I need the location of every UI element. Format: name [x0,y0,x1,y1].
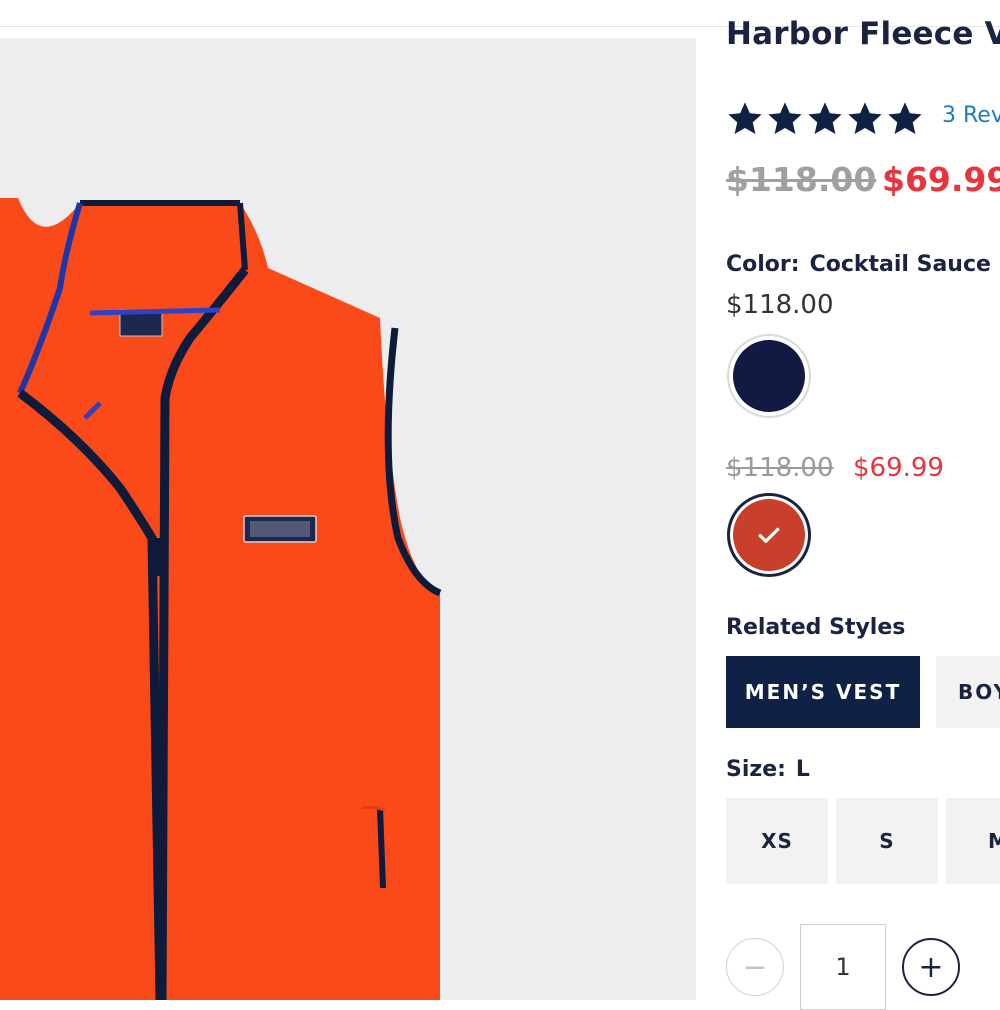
minus-icon: − [742,949,768,985]
size-label-text: Size: [726,757,786,782]
quantity-increase-button[interactable]: + [902,938,960,996]
quantity-input[interactable] [800,924,886,1010]
size-button-s[interactable]: S [836,798,938,884]
plus-icon: + [918,949,944,985]
swatch-price: $118.00 [726,290,834,320]
star-icon [808,102,842,135]
swatch-color-dot [733,499,805,571]
selected-size-value: L [795,757,810,782]
check-icon [758,527,780,543]
color-label: Color: Cocktail Sauce [726,252,991,277]
size-button-xs[interactable]: XS [726,798,828,884]
size-button-m[interactable]: M [946,798,1000,884]
star-icon [728,102,762,135]
star-icon [768,102,802,135]
original-price: $118.00 [726,160,877,199]
rating-stars[interactable] [726,100,924,138]
color-label-text: Color: [726,252,800,277]
star-icon [888,102,922,135]
color-swatch-navy[interactable] [727,334,811,418]
size-label: Size: L [726,757,810,782]
reviews-link[interactable]: 3 Rev [942,103,1000,128]
sale-price: $69.99 [882,160,1000,199]
color-swatch-cocktail-sauce[interactable] [727,493,811,577]
style-button-boys[interactable]: BOY [936,656,1000,728]
style-button-mens-vest[interactable]: MEN’S VEST [726,656,920,728]
product-title: Harbor Fleece V [726,16,1000,52]
vest-illustration [0,198,442,1000]
selected-color-value: Cocktail Sauce [809,252,991,277]
product-image[interactable] [0,38,696,1000]
quantity-decrease-button[interactable]: − [726,938,784,996]
swatch-sale-price: $69.99 [853,453,944,483]
star-icon [848,102,882,135]
related-styles-label: Related Styles [726,615,906,640]
swatch-original-price: $118.00 [726,453,834,483]
swatch-color-dot [733,340,805,412]
